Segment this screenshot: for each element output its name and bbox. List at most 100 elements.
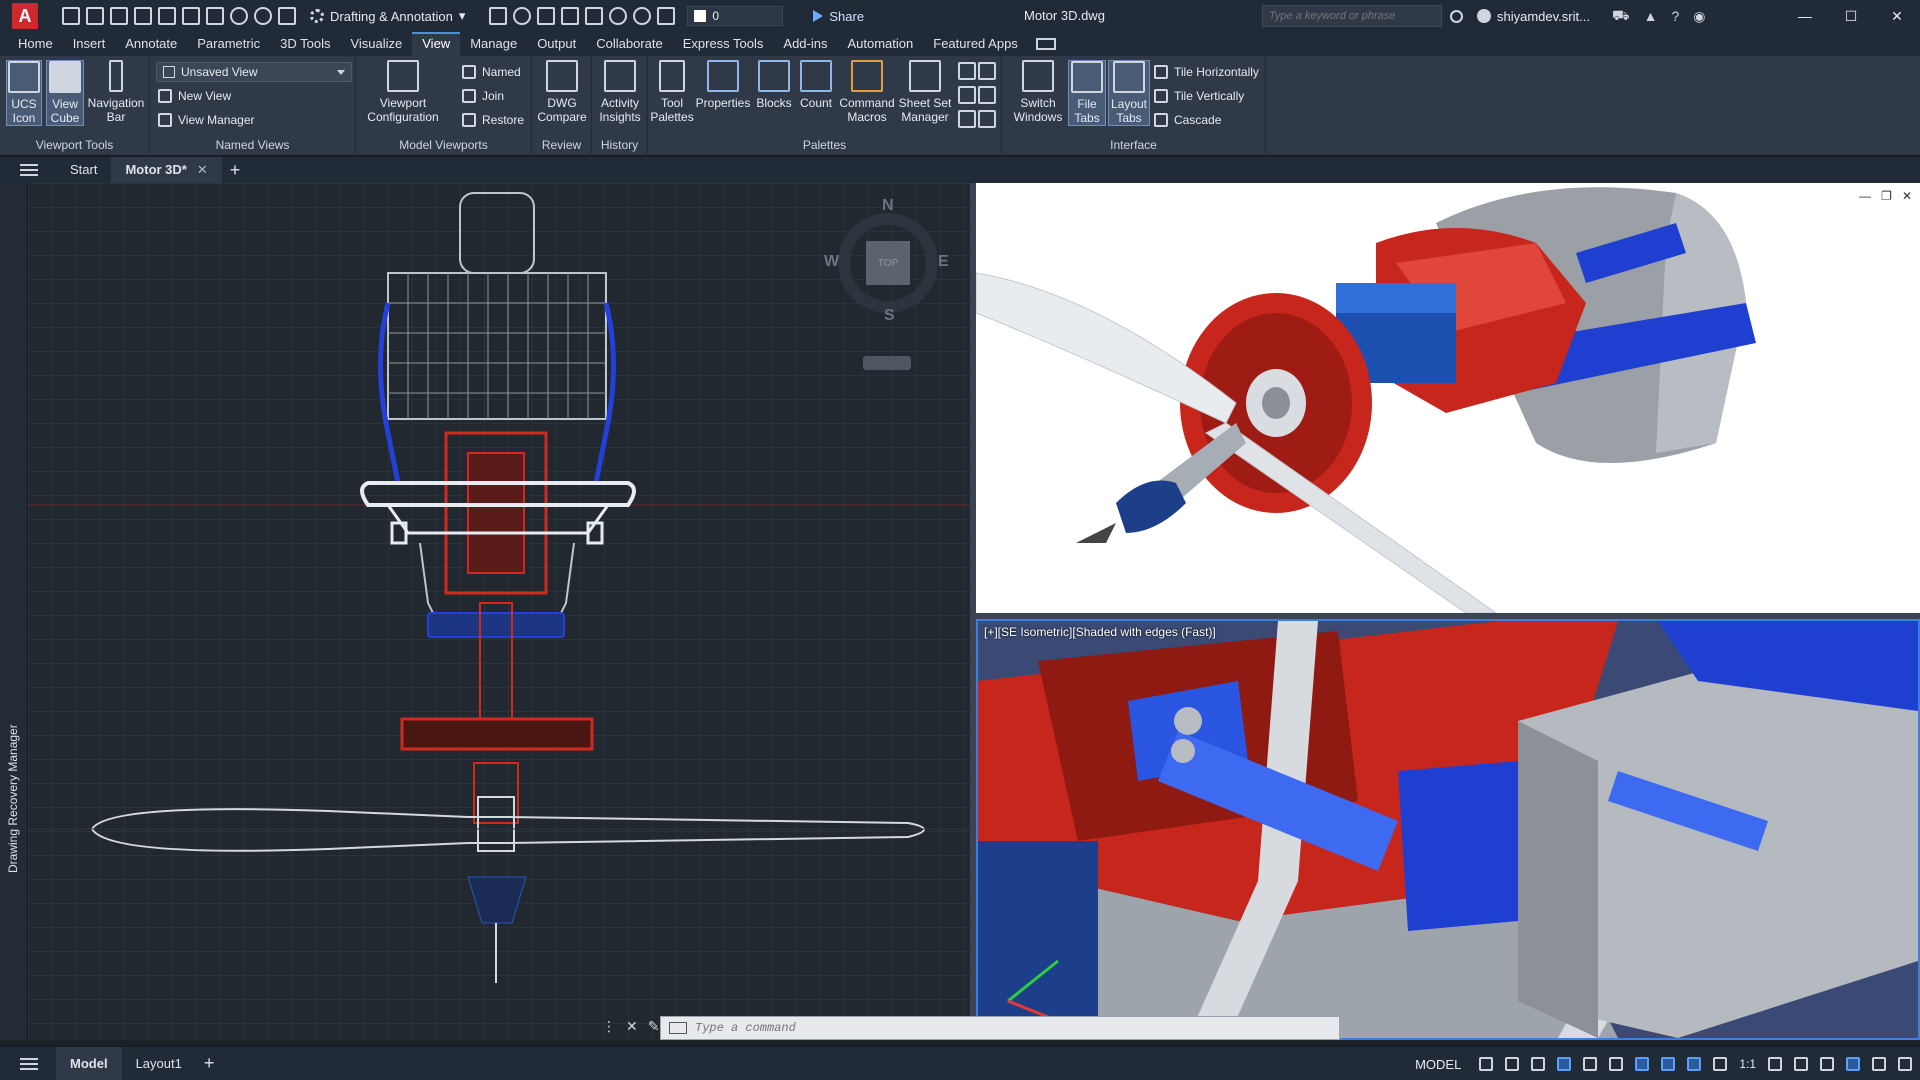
switch-windows-button[interactable]: Switch Windows [1010, 60, 1066, 124]
viewcube-compass[interactable]: TOP N S E W [824, 197, 949, 325]
compass-south[interactable]: S [884, 307, 895, 325]
compass-east[interactable]: E [938, 253, 949, 271]
model-space-toggle[interactable]: MODEL [1415, 1057, 1461, 1072]
named-view-dropdown[interactable]: Unsaved View [156, 62, 352, 82]
plot-icon[interactable] [206, 7, 224, 25]
external-references-icon[interactable] [958, 62, 976, 80]
annotation-scale-value[interactable]: 1:1 [1739, 1057, 1756, 1071]
file-tab-motor-3d[interactable]: Motor 3D* ✕ [111, 157, 222, 183]
units-icon[interactable] [1820, 1057, 1834, 1071]
tile-vertically-button[interactable]: Tile Vertically [1154, 86, 1244, 106]
compass-north[interactable]: N [882, 197, 894, 215]
cascade-button[interactable]: Cascade [1154, 110, 1221, 130]
tab-add-ins[interactable]: Add-ins [773, 32, 837, 56]
batch-plot-icon[interactable] [278, 7, 296, 25]
tab-layout1[interactable]: Layout1 [122, 1047, 196, 1080]
save-as-icon[interactable] [134, 7, 152, 25]
application-menu-button[interactable]: A [12, 3, 38, 29]
wcs-menu[interactable] [863, 356, 911, 370]
join-viewports-button[interactable]: Join [462, 86, 504, 106]
new-icon[interactable] [62, 7, 80, 25]
compass-west[interactable]: W [824, 253, 839, 271]
view-manager-button[interactable]: View Manager [158, 110, 255, 130]
named-viewports-button[interactable]: Named [462, 62, 521, 82]
tab-parametric[interactable]: Parametric [187, 32, 270, 56]
restore-viewports-button[interactable]: Restore [462, 110, 524, 130]
layout-tabs-button[interactable]: Layout Tabs [1108, 60, 1150, 126]
tab-visualize[interactable]: Visualize [340, 32, 412, 56]
properties-button[interactable]: Properties [694, 60, 752, 110]
file-tab-start[interactable]: Start [56, 157, 111, 183]
viewport-shaded-overview[interactable]: — ❐ ✕ [976, 183, 1920, 613]
ribbon-minimize-icon[interactable] [1035, 38, 1056, 50]
autodesk-app-icon[interactable]: ▲ [1644, 8, 1658, 24]
viewport-minimize-icon[interactable]: — [1859, 189, 1871, 203]
drag-handle-icon[interactable]: ⋮ [602, 1018, 616, 1035]
menu-icon[interactable] [20, 164, 38, 176]
viewport-close-icon[interactable]: ✕ [1902, 189, 1912, 203]
keyboard-icon[interactable] [669, 1022, 687, 1034]
design-center-icon[interactable] [978, 62, 996, 80]
tile-horizontally-button[interactable]: Tile Horizontally [1154, 62, 1259, 82]
customization-menu-icon[interactable] [1898, 1057, 1912, 1071]
snap-icon[interactable] [1505, 1057, 1520, 1071]
viewport-se-isometric[interactable]: [+][SE Isometric][Shaded with edges (Fas… [976, 619, 1920, 1040]
auto-scale-icon[interactable] [1687, 1057, 1702, 1071]
tab-insert[interactable]: Insert [63, 32, 116, 56]
sheet-set-manager-button[interactable]: Sheet Set Manager [898, 60, 952, 124]
object-snap-icon[interactable] [1635, 1057, 1650, 1071]
file-tabs-button[interactable]: File Tabs [1068, 60, 1106, 126]
grid-icon[interactable] [1479, 1057, 1494, 1071]
isodraft-icon[interactable] [1583, 1057, 1598, 1071]
tool-palettes-button[interactable]: Tool Palettes [650, 60, 694, 124]
layout-menu-icon[interactable] [20, 1057, 38, 1070]
navigation-bar-button[interactable]: Navigation Bar [88, 60, 144, 124]
annotation-visibility-icon[interactable] [1661, 1057, 1676, 1071]
save-icon[interactable] [110, 7, 128, 25]
layer-iso-icon[interactable] [585, 7, 604, 25]
sun-icon[interactable] [633, 7, 652, 25]
minimize-icon[interactable]: — [1782, 0, 1828, 32]
command-macros-button[interactable]: Command Macros [838, 60, 896, 124]
workspace-gear-icon[interactable] [1768, 1057, 1782, 1071]
layer-properties-icon[interactable] [537, 7, 556, 25]
activity-insights-button[interactable]: Activity Insights [594, 60, 646, 124]
annotation-scale-icon[interactable] [1713, 1057, 1728, 1071]
annotation-monitor-icon[interactable] [1794, 1057, 1808, 1071]
search-input[interactable] [1262, 5, 1442, 27]
new-layout-icon[interactable]: + [204, 1053, 215, 1074]
viewport-label-menu[interactable]: [+][SE Isometric][Shaded with edges (Fas… [984, 625, 1216, 639]
tab-featured-apps[interactable]: Featured Apps [923, 32, 1028, 56]
layer-states-icon[interactable] [561, 7, 580, 25]
close-tab-icon[interactable]: ✕ [197, 162, 208, 177]
quickcalc-icon[interactable] [978, 86, 996, 104]
clipboard-icon[interactable] [978, 110, 996, 128]
hardware-acceleration-icon[interactable] [1846, 1057, 1860, 1071]
clean-screen-icon[interactable] [1872, 1057, 1886, 1071]
viewport-top-wireframe[interactable]: TOP N S E W [28, 183, 970, 1040]
search-icon[interactable] [1450, 9, 1463, 23]
new-view-button[interactable]: New View [158, 86, 231, 106]
command-input[interactable] [695, 1021, 1295, 1035]
tab-annotate[interactable]: Annotate [115, 32, 187, 56]
count-button[interactable]: Count [796, 60, 836, 110]
workspace-selector[interactable]: Drafting & Annotation ▾ [310, 8, 465, 24]
user-account[interactable]: shiyamdev.srit... [1477, 9, 1590, 24]
tab-view[interactable]: View [412, 32, 461, 56]
ortho-icon[interactable] [1531, 1057, 1546, 1071]
dwg-compare-button[interactable]: DWG Compare [537, 60, 587, 124]
viewport-restore-icon[interactable]: ❐ [1881, 189, 1892, 203]
tab-home[interactable]: Home [8, 32, 63, 56]
tab-manage[interactable]: Manage [460, 32, 527, 56]
new-tab-icon[interactable]: + [230, 160, 241, 181]
tab-collaborate[interactable]: Collaborate [586, 32, 673, 56]
blocks-button[interactable]: Blocks [754, 60, 794, 110]
polar-tracking-icon[interactable] [1557, 1057, 1572, 1071]
panel-title-viewport-tools[interactable]: Viewport Tools [0, 136, 149, 154]
cart-icon[interactable]: ⛟ [1612, 7, 1630, 26]
help-icon[interactable]: ? [1671, 8, 1679, 24]
lightbulb-icon[interactable] [609, 7, 628, 25]
open-from-web-icon[interactable] [158, 7, 176, 25]
viewport-configuration-button[interactable]: Viewport Configuration [360, 60, 446, 124]
redo-icon[interactable] [254, 7, 272, 25]
